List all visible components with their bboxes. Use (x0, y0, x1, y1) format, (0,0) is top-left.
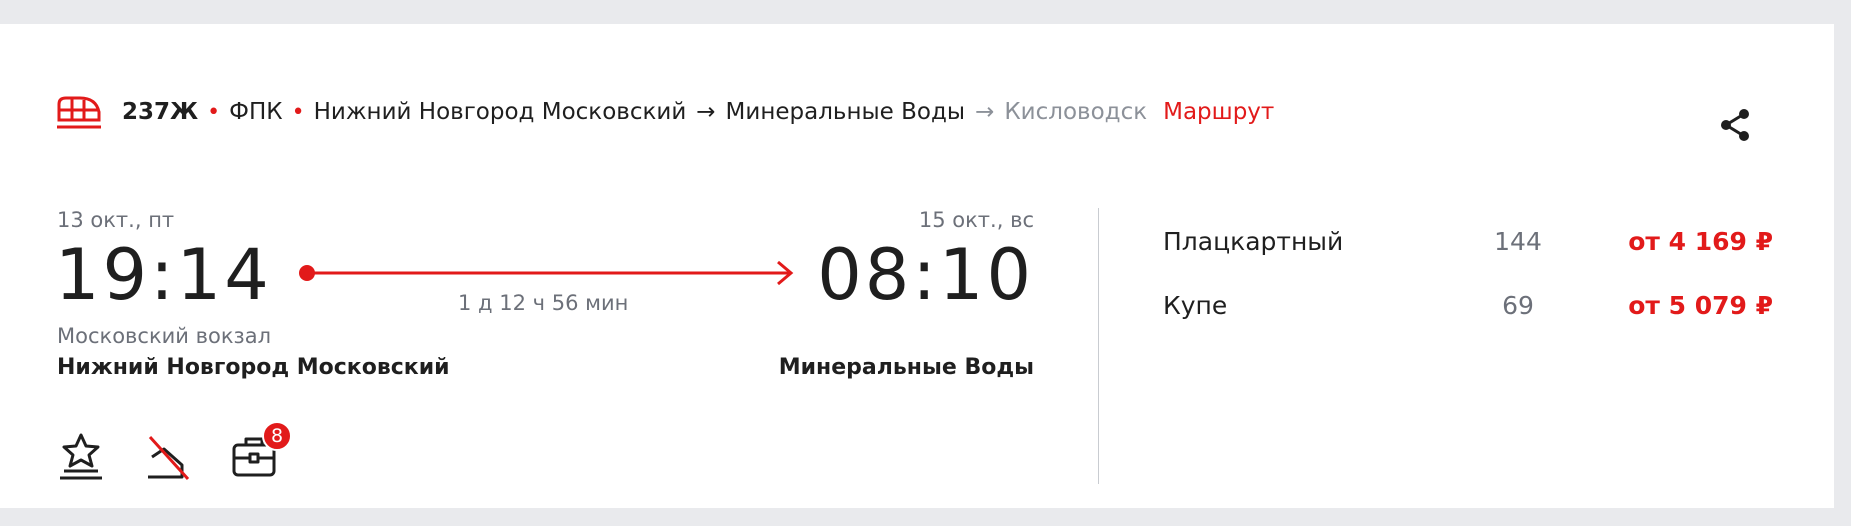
train-header: 237Ж • ФПК • Нижний Новгород Московский … (56, 85, 1756, 139)
price-value: от 5 079 ₽ (1628, 290, 1773, 320)
train-number: 237Ж (122, 99, 199, 125)
seats-count: 69 (1502, 290, 1534, 320)
arrow-right-icon: → (975, 99, 995, 125)
car-class-label: Плацкартный (1163, 226, 1344, 256)
arrival-time: 08:10 (817, 234, 1034, 316)
price-row-kupe[interactable]: Купе 69 от 5 079 ₽ (1163, 285, 1773, 325)
carrier: ФПК (229, 99, 283, 125)
seats-count: 144 (1494, 226, 1542, 256)
share-icon[interactable] (1718, 108, 1752, 142)
arrival-city: Минеральные Воды (778, 355, 1034, 380)
arrival-date: 15 окт., вс (918, 208, 1034, 232)
luggage-count-badge: 8 (262, 421, 292, 451)
departure-city: Нижний Новгород Московский (57, 355, 450, 380)
arrow-right-icon: → (696, 99, 716, 125)
price-value: от 4 169 ₽ (1628, 226, 1773, 256)
star-podium-icon (57, 429, 105, 483)
train-card: 237Ж • ФПК • Нижний Новгород Московский … (0, 24, 1834, 508)
journey-timeline (299, 260, 794, 286)
departure-time: 19:14 (55, 234, 272, 316)
departure-date: 13 окт., пт (57, 208, 175, 232)
final-destination: Кисловодск (1004, 99, 1148, 125)
vertical-divider (1098, 208, 1099, 484)
separator-dot: • (207, 99, 221, 125)
train-route-line: 237Ж • ФПК • Нижний Новгород Московский … (122, 99, 1274, 125)
separator-dot: • (291, 99, 305, 125)
no-return-icon (144, 429, 192, 483)
train-icon (56, 94, 102, 130)
price-row-platzkart[interactable]: Плацкартный 144 от 4 169 ₽ (1163, 221, 1773, 261)
route-link[interactable]: Маршрут (1163, 99, 1274, 125)
car-class-label: Купе (1163, 290, 1228, 320)
route-to: Минеральные Воды (725, 99, 966, 125)
route-from: Нижний Новгород Московский (313, 99, 687, 125)
trip-duration: 1 д 12 ч 56 мин (458, 291, 629, 315)
departure-station: Московский вокзал (57, 324, 271, 348)
